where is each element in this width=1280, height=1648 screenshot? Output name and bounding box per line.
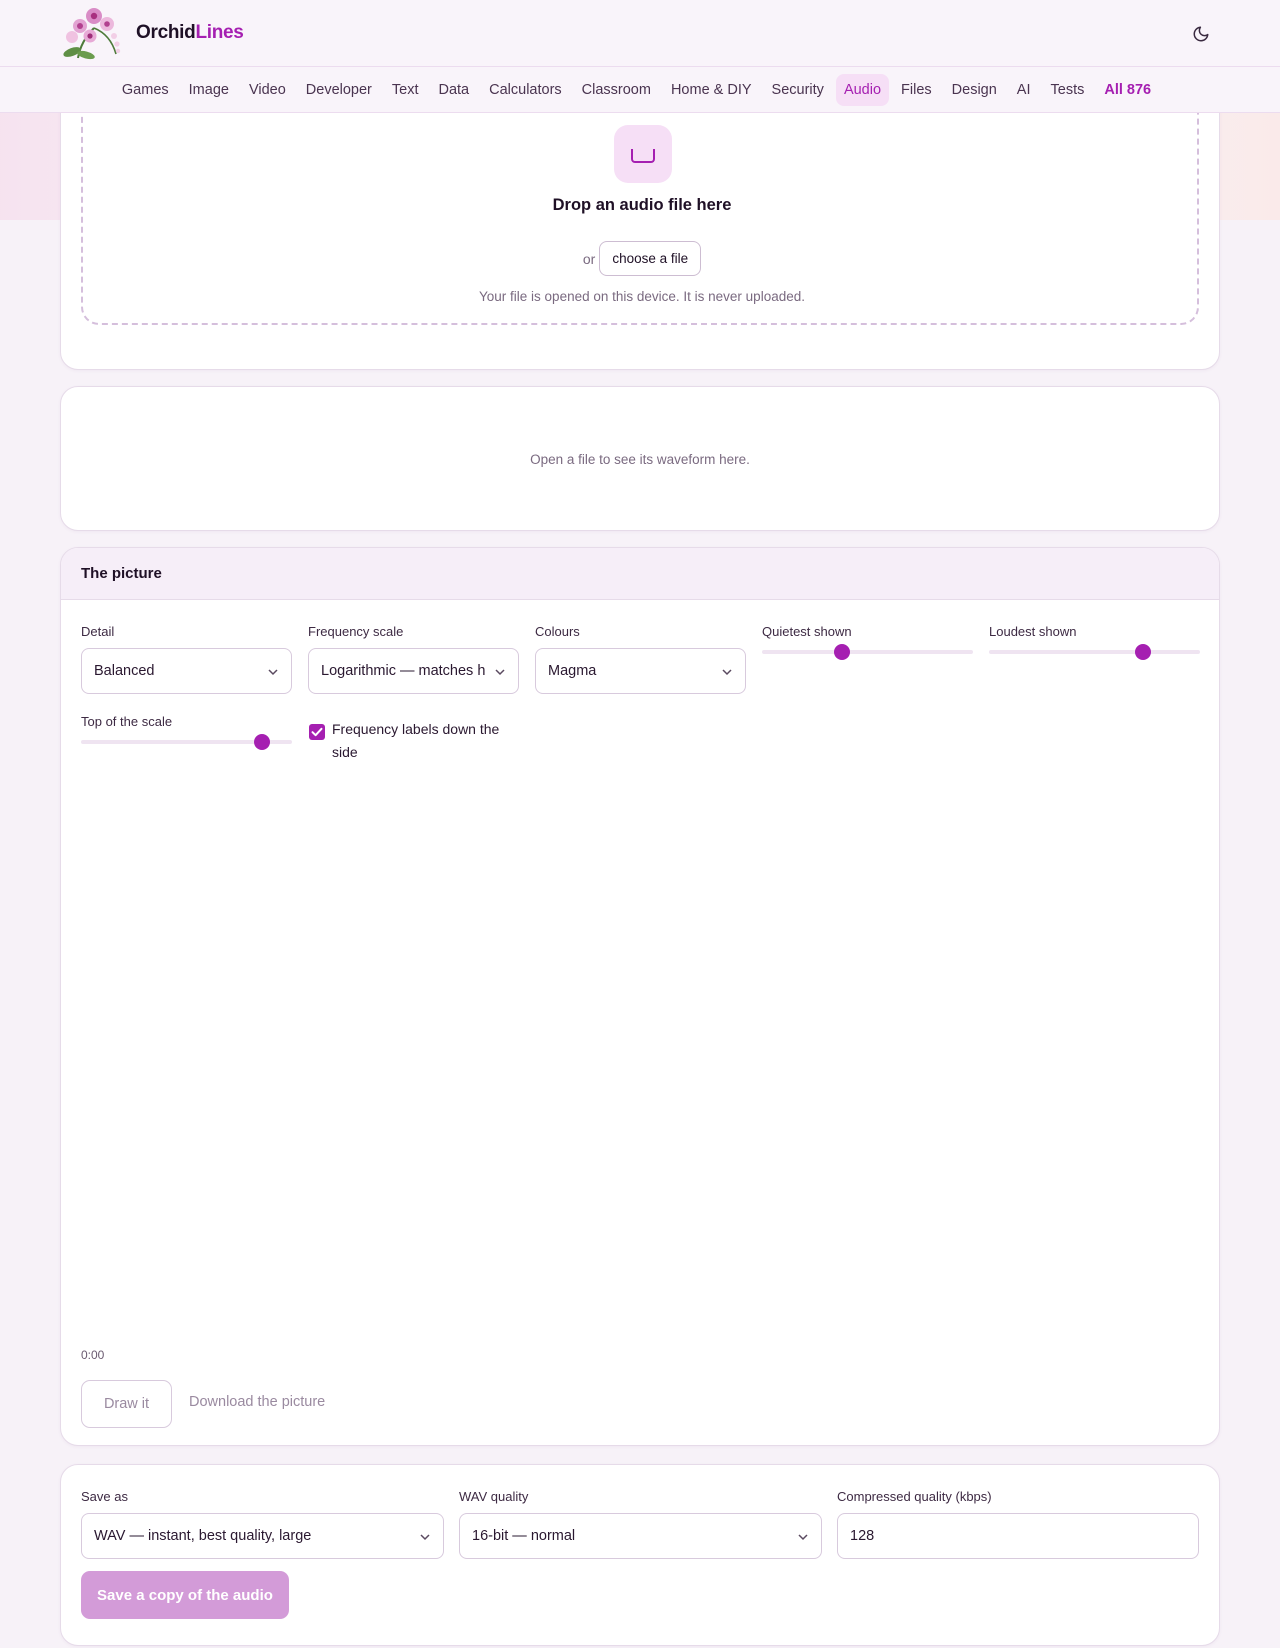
waveform-placeholder: Open a file to see its waveform here. [530, 452, 750, 467]
quietest-slider[interactable] [762, 644, 973, 660]
frequency-scale-label: Frequency scale [308, 624, 404, 639]
brand-name-part2: Lines [195, 22, 244, 43]
frequency-labels-text[interactable]: Frequency labels down the side [332, 718, 517, 764]
chevron-down-icon [722, 669, 732, 676]
moon-icon [1193, 26, 1209, 42]
nav-item-text[interactable]: Text [384, 74, 427, 106]
detail-label: Detail [81, 624, 115, 639]
colours-label: Colours [535, 624, 580, 639]
chevron-down-icon [420, 1534, 430, 1541]
slider-thumb[interactable] [254, 734, 271, 750]
nav-item-files[interactable]: Files [893, 74, 940, 106]
nav-item-image[interactable]: Image [181, 74, 237, 106]
save-card: Save as WAV — instant, best quality, lar… [60, 1464, 1220, 1646]
nav-item-data[interactable]: Data [430, 74, 477, 106]
nav-item-calculators[interactable]: Calculators [481, 74, 570, 106]
save-as-label: Save as [81, 1489, 128, 1504]
slider-thumb[interactable] [834, 644, 851, 660]
or-text: or [582, 250, 596, 267]
loudest-slider[interactable] [989, 644, 1200, 660]
wav-quality-label: WAV quality [459, 1489, 529, 1504]
chevron-down-icon [798, 1534, 808, 1541]
nav-item-audio[interactable]: Audio [835, 73, 890, 106]
compressed-quality-input[interactable] [837, 1513, 1199, 1559]
frequency-labels-checkbox[interactable] [309, 724, 325, 740]
nav-item-games[interactable]: Games [114, 74, 177, 106]
wav-quality-select[interactable]: 16-bit — normal [459, 1513, 822, 1559]
brand-name: OrchidLines [136, 22, 244, 44]
nav-item-home-diy[interactable]: Home & DIY [663, 74, 760, 106]
save-as-select[interactable]: WAV — instant, best quality, large [81, 1513, 444, 1559]
top-scale-slider[interactable] [81, 734, 292, 750]
picture-header: The picture [61, 548, 1219, 600]
nav-item-tests[interactable]: Tests [1043, 74, 1093, 106]
colours-value: Magma [548, 663, 597, 679]
colours-select[interactable]: Magma [535, 648, 746, 694]
choose-file-button[interactable]: choose a file [599, 241, 702, 276]
frequency-scale-select[interactable]: Logarithmic — matches h [308, 648, 519, 694]
check-icon [311, 727, 323, 737]
nav-item-classroom[interactable]: Classroom [574, 74, 659, 106]
nav-item-ai[interactable]: AI [1009, 74, 1039, 106]
compressed-quality-label: Compressed quality (kbps) [837, 1489, 992, 1504]
top-bar: OrchidLines [0, 0, 1280, 67]
picture-card: The picture Detail Balanced Frequency sc… [60, 547, 1220, 1446]
chevron-down-icon [268, 669, 278, 676]
nav-item-security[interactable]: Security [764, 74, 832, 106]
nav-item-design[interactable]: Design [944, 74, 1005, 106]
brand-logo[interactable]: OrchidLines [60, 6, 244, 60]
waveform-card: Open a file to see its waveform here. [60, 386, 1220, 531]
quietest-label: Quietest shown [762, 624, 852, 639]
top-scale-label: Top of the scale [81, 714, 173, 729]
download-picture-button[interactable]: Download the picture [189, 1394, 325, 1410]
theme-toggle-button[interactable] [1188, 21, 1214, 47]
picture-title: The picture [81, 565, 162, 582]
nav-item-video[interactable]: Video [241, 74, 294, 106]
save-as-value: WAV — instant, best quality, large [94, 1528, 312, 1544]
category-nav: Games Image Video Developer Text Data Ca… [0, 67, 1280, 113]
frequency-scale-value: Logarithmic — matches h [321, 663, 486, 679]
time-start-label: 0:00 [81, 1348, 105, 1362]
nav-item-developer[interactable]: Developer [298, 74, 380, 106]
detail-select[interactable]: Balanced [81, 648, 292, 694]
choose-row: or choose a file [83, 241, 1201, 276]
chevron-down-icon [495, 669, 505, 676]
slider-thumb[interactable] [1135, 644, 1152, 660]
brand-name-part1: Orchid [136, 22, 196, 43]
draw-button[interactable]: Draw it [81, 1380, 172, 1428]
upload-icon [614, 125, 672, 183]
loudest-label: Loudest shown [989, 624, 1077, 639]
orchid-logo-icon [63, 8, 121, 60]
save-copy-button[interactable]: Save a copy of the audio [81, 1571, 289, 1619]
privacy-note: Your file is opened on this device. It i… [479, 289, 805, 304]
detail-value: Balanced [94, 663, 155, 679]
nav-item-all[interactable]: All 876 [1096, 74, 1159, 106]
dropzone-title: Drop an audio file here [552, 196, 732, 214]
wav-quality-value: 16-bit — normal [472, 1528, 576, 1544]
